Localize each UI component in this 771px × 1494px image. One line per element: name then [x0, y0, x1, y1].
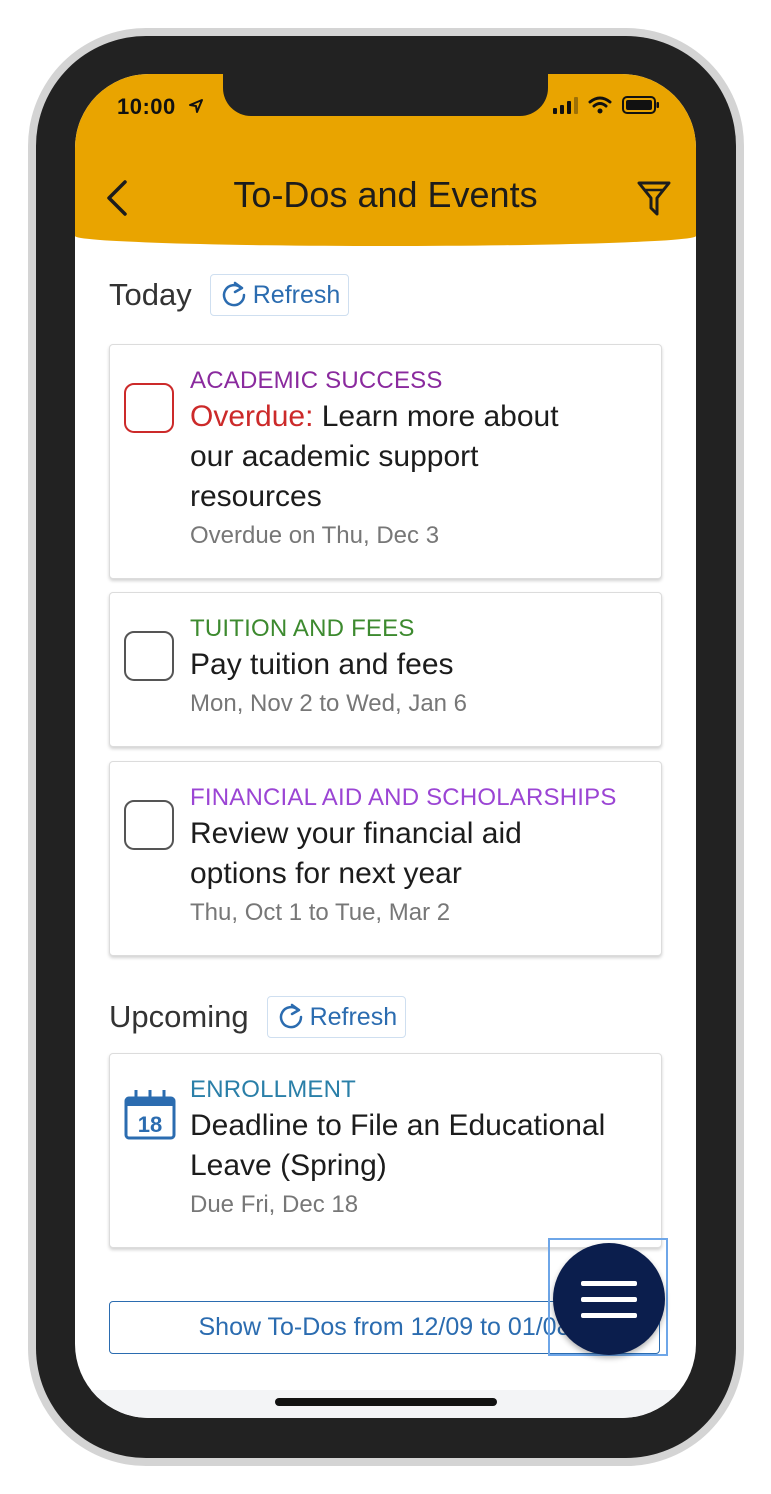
status-icons [552, 96, 660, 114]
menu-fab-button[interactable] [553, 1243, 665, 1355]
event-date: Due Fri, Dec 18 [190, 1191, 359, 1218]
menu-icon [581, 1313, 637, 1318]
todo-category: FINANCIAL AID AND SCHOLARSHIPS [190, 784, 617, 811]
todo-category: TUITION AND FEES [190, 615, 415, 642]
todo-title-line: our academic support [190, 440, 479, 473]
todo-content: ACADEMIC SUCCESS Overdue: Learn more abo… [190, 365, 641, 553]
location-arrow-icon [189, 99, 203, 113]
event-card[interactable]: 18 ENROLLMENT Deadline to File an Educat… [109, 1053, 662, 1248]
upcoming-refresh-button[interactable]: Refresh [266, 996, 407, 1038]
event-title-line: Leave (Spring) [190, 1149, 387, 1182]
home-indicator[interactable] [275, 1398, 497, 1406]
event-category: ENROLLMENT [190, 1076, 357, 1103]
event-title-line: Deadline to File an Educational [190, 1109, 606, 1142]
overdue-label: Overdue: [190, 400, 314, 433]
menu-icon [581, 1297, 637, 1302]
todo-card[interactable]: TUITION AND FEES Pay tuition and fees Mo… [109, 592, 662, 747]
todo-title: Review your financial aid options for ne… [190, 814, 641, 894]
today-section-header: Today Refresh [109, 274, 350, 316]
todo-checkbox[interactable] [124, 800, 174, 850]
upcoming-heading: Upcoming [109, 999, 249, 1034]
todo-checkbox[interactable] [124, 631, 174, 681]
todo-title-line: options for next year [190, 857, 462, 890]
todo-date: Mon, Nov 2 to Wed, Jan 6 [190, 690, 468, 717]
todo-date: Overdue on Thu, Dec 3 [190, 522, 440, 549]
todo-title-line: Review your financial aid [190, 817, 522, 850]
wifi-icon [588, 96, 612, 114]
today-refresh-button[interactable]: Refresh [209, 274, 350, 316]
todo-category: ACADEMIC SUCCESS [190, 367, 443, 394]
todo-date: Thu, Oct 1 to Tue, Mar 2 [190, 899, 451, 926]
upcoming-section-header: Upcoming Refresh [109, 996, 407, 1038]
status-time: 10:00 [117, 94, 176, 119]
calendar-day: 18 [138, 1112, 162, 1137]
todo-title-line: resources [190, 480, 322, 513]
menu-icon [581, 1281, 637, 1286]
todo-title: Overdue: Learn more about our academic s… [190, 397, 641, 517]
refresh-icon [222, 281, 245, 307]
todo-content: TUITION AND FEES Pay tuition and fees Mo… [190, 613, 641, 721]
app-screen: 10:00 To-Dos and Events Today Refresh AC… [75, 74, 696, 1418]
event-content: ENROLLMENT Deadline to File an Education… [190, 1074, 641, 1222]
today-heading: Today [109, 277, 192, 312]
battery-icon [622, 96, 659, 114]
cellular-signal-icon [553, 97, 578, 114]
filter-icon[interactable] [636, 178, 672, 218]
calendar-icon: 18 [124, 1090, 176, 1140]
todo-title-line: Learn more about [321, 400, 559, 433]
event-title: Deadline to File an Educational Leave (S… [190, 1106, 641, 1186]
todo-card[interactable]: FINANCIAL AID AND SCHOLARSHIPS Review yo… [109, 761, 662, 956]
app-header: 10:00 To-Dos and Events [75, 74, 696, 246]
upcoming-refresh-label: Refresh [309, 1002, 398, 1031]
page-title: To-Dos and Events [233, 174, 538, 215]
today-refresh-label: Refresh [252, 280, 341, 309]
todo-title: Pay tuition and fees [190, 648, 454, 681]
refresh-icon [279, 1003, 302, 1029]
device-notch [223, 74, 548, 116]
todo-content: FINANCIAL AID AND SCHOLARSHIPS Review yo… [190, 782, 641, 930]
todo-card[interactable]: ACADEMIC SUCCESS Overdue: Learn more abo… [109, 344, 662, 579]
todo-checkbox[interactable] [124, 383, 174, 433]
